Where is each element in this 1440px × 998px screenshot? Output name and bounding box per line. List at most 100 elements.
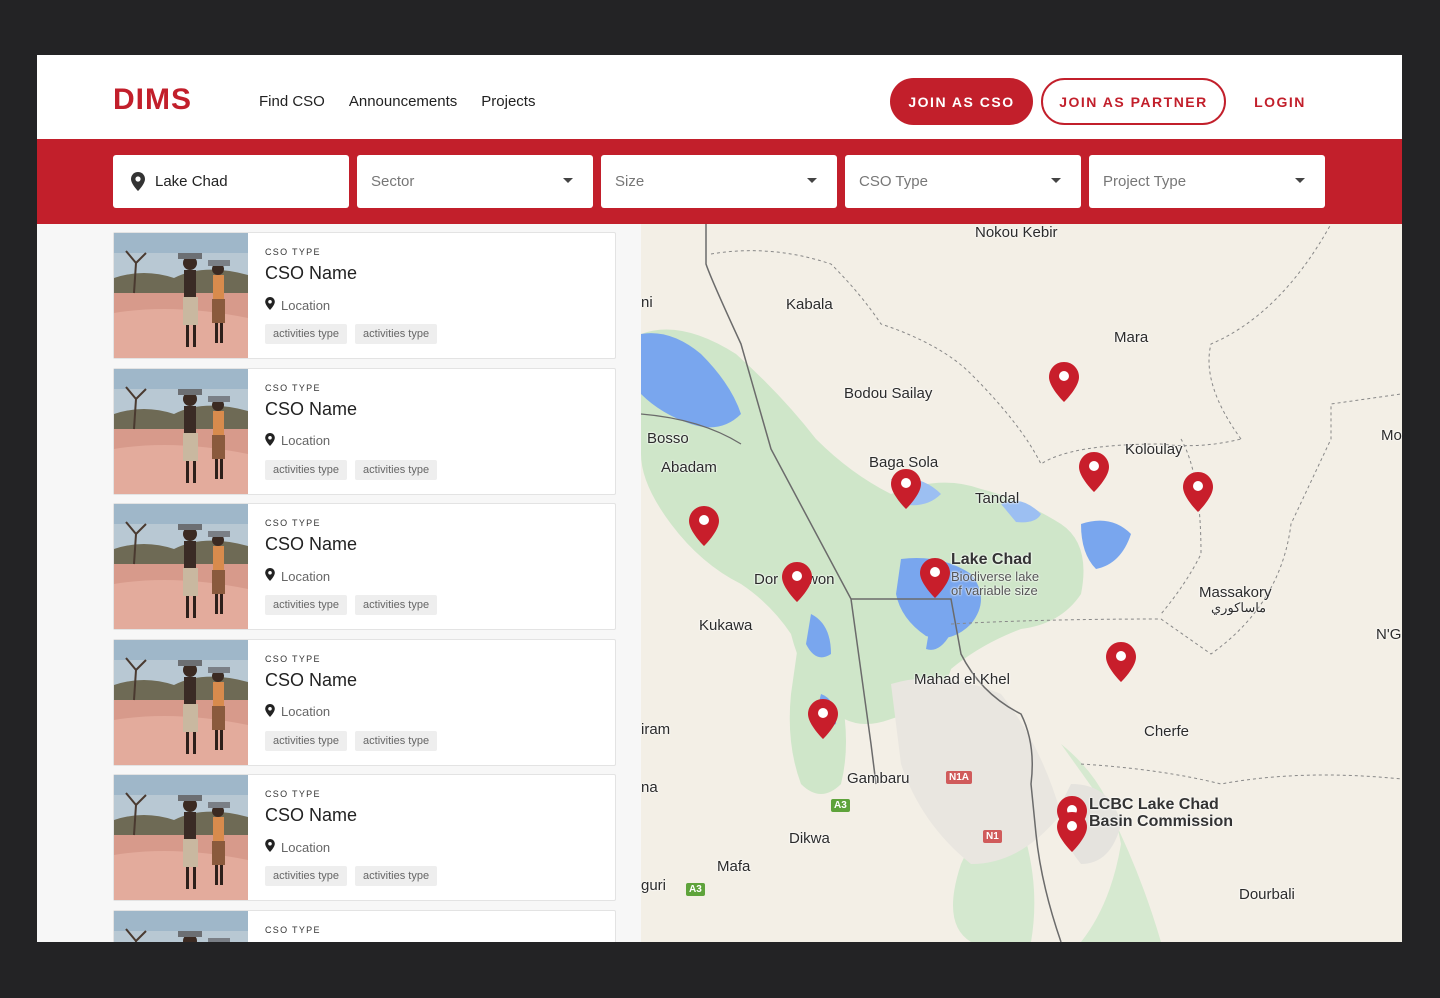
cso-name[interactable]: CSO Name: [265, 805, 357, 826]
cso-type: CSO TYPE: [265, 653, 321, 664]
road-shield: N1: [983, 830, 1002, 843]
activity-tag: activities type: [265, 595, 348, 615]
map-label: Tandal: [975, 490, 1020, 507]
activity-tag: activities type: [265, 866, 348, 886]
map-label: Cherfe: [1144, 723, 1190, 740]
cso-type: CSO TYPE: [265, 247, 321, 257]
map-marker-icon[interactable]: [1079, 452, 1109, 492]
location-pin-icon: [265, 568, 275, 584]
nav-projects[interactable]: Projects: [481, 93, 535, 110]
cso-card[interactable]: CSO TYPE CSO Name Location activities ty…: [113, 503, 616, 630]
map-label: Dikwa: [789, 830, 830, 847]
map-marker-icon[interactable]: [1049, 362, 1079, 402]
map-label: N'G: [1376, 626, 1402, 643]
cso-thumbnail: [114, 910, 248, 942]
main-nav: Find CSO Announcements Projects: [259, 93, 535, 110]
nav-announcements[interactable]: Announcements: [349, 93, 457, 110]
map-marker-icon[interactable]: [782, 562, 812, 602]
map[interactable]: Nokou Kebir Kabala Mara Bodou Sailay Bos…: [641, 224, 1402, 942]
map-label: Nokou Kebir: [975, 224, 1058, 241]
sector-select[interactable]: Sector: [357, 155, 593, 208]
cso-type: CSO TYPE: [265, 789, 321, 799]
road-shield: A3: [831, 799, 850, 812]
join-as-partner-button[interactable]: JOIN AS PARTNER: [1041, 78, 1226, 125]
sector-select-label: Sector: [371, 173, 415, 190]
cso-type: CSO TYPE: [265, 382, 321, 393]
cso-name[interactable]: CSO Name: [265, 263, 357, 284]
cso-location-text: Location: [281, 704, 331, 719]
cso-location: Location: [265, 297, 330, 313]
cso-location: Location: [265, 432, 331, 449]
activity-tag: activities type: [265, 324, 348, 344]
activity-tag: activities type: [355, 730, 438, 751]
cso-location-text: Location: [281, 568, 331, 584]
map-label: Koloulay: [1125, 441, 1183, 458]
map-label: na: [641, 779, 658, 796]
lake-chad-subtitle: Biodiverse lake: [951, 569, 1040, 584]
activity-tags: activities type activities type: [265, 324, 438, 344]
cso-card[interactable]: CSO TYPE CSO Name Location activities ty…: [113, 638, 616, 766]
cso-list[interactable]: CSO TYPE CSO Name Location activities ty…: [37, 224, 641, 942]
map-label: Dourbali: [1239, 886, 1295, 903]
cso-card[interactable]: CSO TYPE CSO Name Location activities ty…: [113, 774, 616, 901]
map-label: Kukawa: [699, 617, 753, 634]
chevron-down-icon: [1295, 178, 1305, 183]
cso-location: Location: [265, 703, 331, 720]
map-marker-icon[interactable]: [1183, 472, 1213, 512]
lcbc-label: LCBC Lake Chad: [1089, 796, 1219, 813]
cso-type-select[interactable]: CSO Type: [845, 155, 1081, 208]
activity-tag: activities type: [355, 459, 438, 480]
cso-type: CSO TYPE: [265, 518, 321, 528]
chevron-down-icon: [807, 178, 817, 183]
logo[interactable]: DIMS: [113, 83, 192, 117]
size-select[interactable]: Size: [601, 155, 837, 208]
map-marker-icon[interactable]: [891, 469, 921, 509]
road-shield: N1A: [946, 771, 973, 784]
map-label: Mara: [1114, 329, 1149, 346]
chevron-down-icon: [563, 178, 573, 183]
size-select-label: Size: [615, 173, 645, 190]
header: DIMS Find CSO Announcements Projects JOI…: [37, 55, 1402, 139]
login-button[interactable]: LOGIN: [1242, 78, 1318, 125]
map-label: Dor: [754, 571, 779, 588]
location-pin-icon: [131, 172, 145, 191]
map-label: ni: [641, 294, 653, 311]
map-label: guri: [641, 877, 667, 894]
cso-card[interactable]: CSO TYPE: [113, 909, 616, 942]
activity-tags: activities type activities type: [265, 866, 438, 886]
map-label: Abadam: [661, 459, 717, 476]
cso-card[interactable]: CSO TYPE CSO Name Location activities ty…: [113, 367, 616, 495]
map-marker-icon[interactable]: [1106, 642, 1136, 682]
cso-type: CSO TYPE: [265, 924, 321, 935]
cso-location-text: Location: [281, 297, 331, 313]
map-marker-icon[interactable]: [689, 506, 719, 546]
project-type-select[interactable]: Project Type: [1089, 155, 1325, 208]
lcbc-label: Basin Commission: [1089, 813, 1234, 830]
location-filter[interactable]: Lake Chad: [113, 155, 349, 208]
join-as-cso-button[interactable]: JOIN AS CSO: [890, 78, 1033, 125]
filter-bar: Lake Chad Sector Size CSO Type Project T…: [37, 139, 1402, 224]
map-marker-icon[interactable]: [920, 558, 950, 598]
cso-location-text: Location: [281, 433, 331, 448]
activity-tag: activities type: [265, 459, 348, 480]
map-label: Mahad el Khel: [914, 671, 1010, 688]
cso-card[interactable]: CSO TYPE CSO Name Location activities ty…: [113, 232, 616, 359]
cso-name[interactable]: CSO Name: [265, 670, 357, 691]
road-shield: A3: [686, 883, 705, 896]
activity-tag: activities type: [355, 324, 438, 344]
nav-find-cso[interactable]: Find CSO: [259, 93, 325, 110]
chevron-down-icon: [1051, 178, 1061, 183]
cso-thumbnail: [114, 775, 248, 900]
cso-name[interactable]: CSO Name: [265, 399, 357, 420]
cso-location: Location: [265, 568, 330, 584]
map-marker-icon[interactable]: [808, 699, 838, 739]
activity-tags: activities type activities type: [265, 459, 438, 480]
map-label: Kabala: [786, 296, 833, 313]
map-marker-icon[interactable]: [1057, 812, 1087, 852]
map-label: Gambaru: [847, 770, 910, 787]
map-label: ماساكوري: [1211, 600, 1267, 615]
cso-name[interactable]: CSO Name: [265, 534, 357, 555]
cso-thumbnail: [114, 368, 248, 494]
map-label: Bodou Sailay: [844, 385, 933, 402]
app-window: DIMS Find CSO Announcements Projects JOI…: [37, 55, 1402, 942]
